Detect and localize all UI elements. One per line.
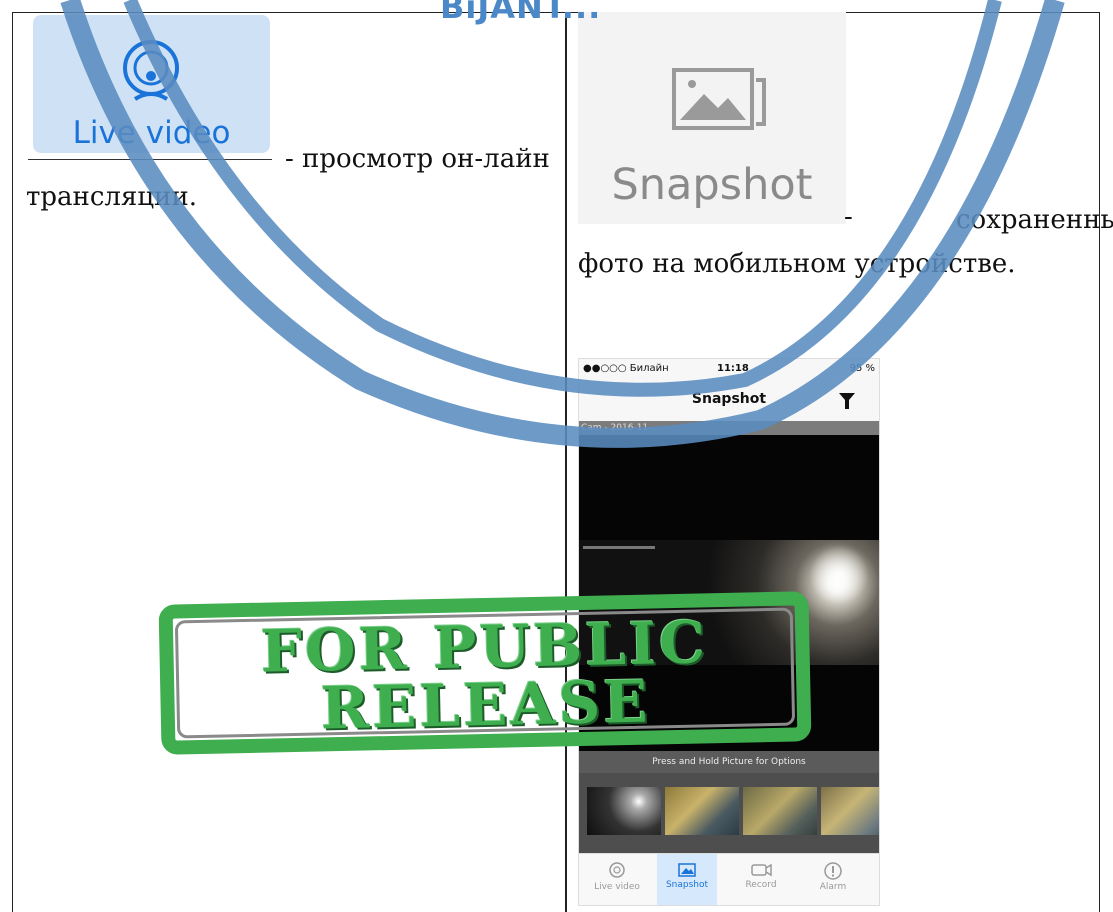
tab-record[interactable]: Record	[731, 854, 791, 905]
tab-alarm[interactable]: Alarm	[803, 854, 863, 905]
live-video-description: - просмотр он-лайн	[285, 144, 550, 174]
tab-label: Live video	[594, 882, 640, 892]
photo-light-glow	[809, 545, 869, 605]
video-icon	[751, 863, 772, 877]
snapshot-description: сохраненные	[956, 205, 1113, 235]
live-video-label: Live video	[72, 115, 231, 151]
public-release-stamp: FOR PUBLIC RELEASE	[158, 591, 812, 755]
carrier-text: ●●○○○ Билайн	[583, 363, 669, 374]
column-divider	[565, 12, 567, 912]
thumbnail[interactable]	[821, 787, 879, 835]
thumbnail[interactable]	[587, 787, 661, 835]
snapshot-icon-tile: Snapshot	[578, 12, 846, 224]
clock-text: 11:18	[717, 363, 749, 374]
hint-text: Press and Hold Picture for Options	[579, 751, 879, 773]
tab-live-video[interactable]: Live video	[587, 854, 647, 905]
photo-timestamp-strip	[583, 546, 655, 549]
tab-label: Alarm	[819, 882, 847, 892]
thumbnail[interactable]	[665, 787, 739, 835]
nav-title: Snapshot	[691, 391, 767, 407]
tab-snapshot[interactable]: Snapshot	[657, 854, 717, 905]
battery-text: 95 %	[849, 363, 875, 374]
picture-icon	[672, 68, 766, 130]
snapshot-label: Snapshot	[611, 160, 813, 210]
live-video-description-cont: трансляции.	[26, 182, 197, 212]
tab-label: Record	[745, 880, 777, 890]
alert-icon	[824, 862, 842, 880]
snapshot-description-cont: фото на мобильном устройстве.	[578, 249, 1016, 279]
filter-icon[interactable]	[839, 393, 855, 409]
nav-bar: Snapshot	[579, 379, 879, 421]
watermark-banner-text: BiJANT...	[440, 0, 602, 26]
stamp-text: FOR PUBLIC RELEASE	[173, 608, 797, 742]
thumbnail[interactable]	[743, 787, 817, 835]
thumbnail-strip	[579, 773, 879, 853]
live-video-icon-tile: Live video	[33, 15, 270, 153]
status-bar: ●●○○○ Билайн 11:18 95 %	[579, 359, 879, 379]
tab-bar: Live video Snapshot Record Alarm	[579, 853, 879, 905]
camera-caption: Cam - 2016-11-...	[579, 421, 879, 435]
tab-label: Snapshot	[665, 880, 709, 890]
camera-icon	[609, 862, 625, 878]
live-icon-underline	[28, 159, 272, 160]
snapshot-dash: -	[844, 202, 853, 232]
picture-icon	[678, 863, 696, 877]
camera-icon	[123, 40, 179, 101]
